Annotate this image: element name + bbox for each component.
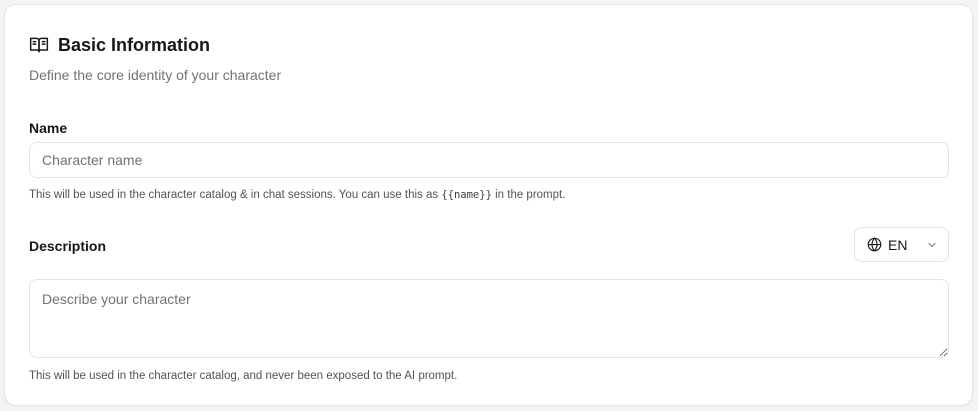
name-hint-text: This will be used in the character catal… (29, 189, 442, 201)
language-select[interactable]: EN (854, 227, 949, 262)
description-hint: This will be used in the character catal… (29, 370, 458, 382)
name-placeholder-code: {{name}} (441, 189, 492, 201)
book-open-icon (29, 35, 49, 55)
name-hint: This will be used in the character catal… (29, 188, 565, 202)
chevron-down-icon (926, 239, 938, 251)
name-label: Name (29, 120, 68, 136)
character-description-textarea[interactable] (29, 279, 949, 358)
section-subtitle: Define the core identity of your charact… (29, 67, 282, 83)
name-hint-text-end: in the prompt. (491, 189, 566, 201)
language-value: EN (888, 236, 908, 253)
description-label: Description (29, 238, 107, 254)
section-title: Basic Information (58, 35, 211, 55)
globe-icon (867, 237, 882, 252)
section-header: Basic Information (29, 34, 210, 56)
character-name-input[interactable] (29, 142, 949, 178)
basic-information-card: Basic Information Define the core identi… (4, 4, 973, 406)
